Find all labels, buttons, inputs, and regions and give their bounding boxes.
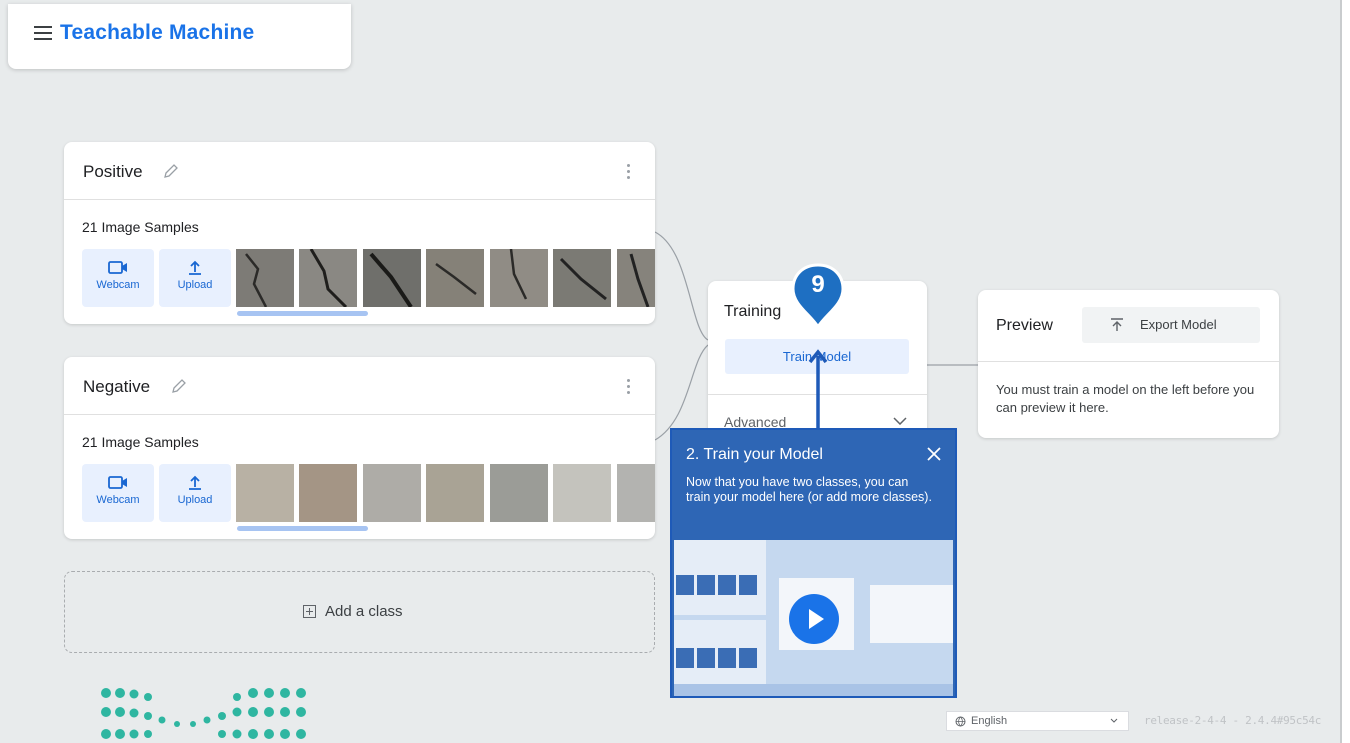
upload-button[interactable]: Upload [159, 249, 231, 307]
crack-thumbnails [236, 249, 655, 307]
canvas: Teachable Machine Positive 21 Image Samp… [0, 0, 1342, 743]
add-box-icon [303, 605, 316, 618]
webcam-icon [108, 476, 127, 489]
sample-thumbnails[interactable] [236, 249, 655, 307]
class-card-negative: Negative 21 Image Samples Webcam Upload [64, 357, 655, 539]
close-icon[interactable] [927, 447, 941, 461]
play-icon [809, 609, 824, 629]
class-card-positive: Positive 21 Image Samples Webcam Upload [64, 142, 655, 324]
language-label: English [971, 715, 1008, 727]
sample-count: 21 Image Samples [82, 219, 199, 235]
export-icon [1111, 318, 1123, 331]
class-card-header: Negative [64, 357, 655, 415]
language-select[interactable]: English [946, 711, 1129, 731]
preview-message: You must train a model on the left befor… [996, 382, 1255, 415]
webcam-icon [108, 261, 127, 274]
preview-card: Preview Export Model You must train a mo… [978, 290, 1279, 438]
pencil-icon[interactable] [170, 377, 188, 395]
chevron-down-icon [1110, 718, 1118, 723]
add-class-label: Add a class [325, 603, 403, 620]
globe-icon [955, 716, 966, 727]
sample-count: 21 Image Samples [82, 434, 199, 450]
divider [978, 361, 1279, 362]
pencil-icon[interactable] [162, 162, 180, 180]
preview-title: Preview [996, 317, 1053, 334]
step-number: 9 [811, 271, 825, 298]
tutorial-video[interactable] [674, 540, 953, 696]
app-header: Teachable Machine [8, 4, 351, 69]
step-number-badge: 9 [791, 263, 845, 330]
tutorial-popup: 2. Train your Model Now that you have tw… [670, 428, 957, 698]
export-model-button[interactable]: Export Model [1082, 307, 1260, 343]
webcam-label: Webcam [96, 494, 140, 506]
upload-icon [189, 475, 201, 490]
more-options-icon[interactable] [627, 164, 631, 180]
arrow-up-icon [808, 349, 828, 430]
tutorial-title: 2. Train your Model [686, 446, 823, 463]
upload-label: Upload [177, 279, 213, 291]
more-options-icon[interactable] [627, 379, 631, 395]
app-title[interactable]: Teachable Machine [60, 21, 254, 45]
webcam-label: Webcam [96, 279, 140, 291]
hamburger-menu-icon[interactable] [34, 26, 52, 40]
export-model-label: Export Model [1140, 317, 1217, 332]
webcam-button[interactable]: Webcam [82, 464, 154, 522]
training-title: Training [724, 303, 782, 320]
concrete-thumbnails [236, 464, 655, 522]
play-button[interactable] [789, 594, 839, 644]
upload-button[interactable]: Upload [159, 464, 231, 522]
thumbnail-scrollbar[interactable] [237, 311, 368, 316]
class-name[interactable]: Positive [83, 162, 143, 182]
sample-thumbnails[interactable] [236, 464, 655, 522]
add-class-button[interactable]: Add a class [64, 571, 655, 653]
class-name[interactable]: Negative [83, 377, 150, 397]
upload-icon [189, 260, 201, 275]
upload-label: Upload [177, 494, 213, 506]
webcam-button[interactable]: Webcam [82, 249, 154, 307]
chevron-down-icon[interactable] [893, 417, 907, 425]
thumbnail-scrollbar[interactable] [237, 526, 368, 531]
release-version: release-2-4-4 - 2.4.4#95c54c [1144, 714, 1322, 727]
class-card-header: Positive [64, 142, 655, 200]
tutorial-body: Now that you have two classes, you can t… [686, 475, 932, 504]
dotted-logo [101, 688, 306, 739]
